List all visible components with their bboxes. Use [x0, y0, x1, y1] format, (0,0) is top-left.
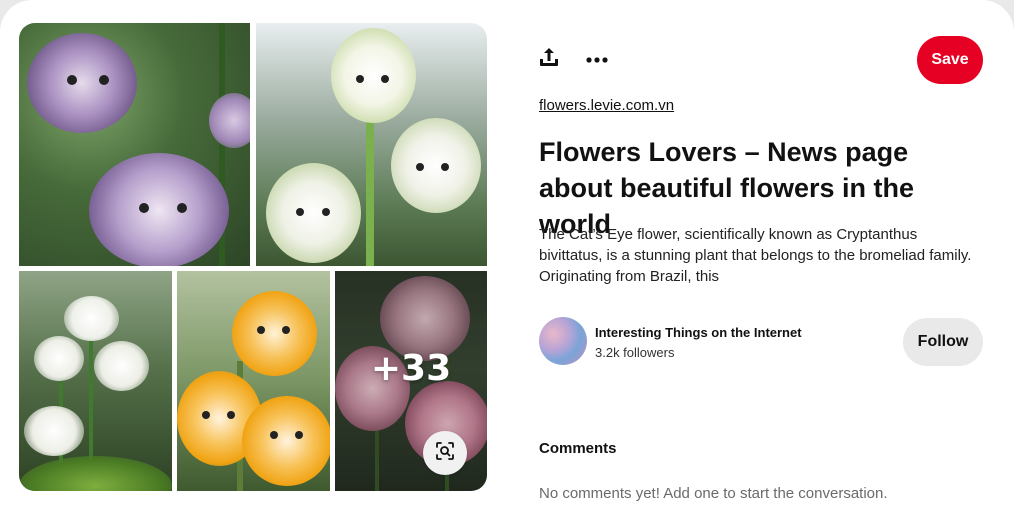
- more-images-count: +33: [370, 347, 452, 389]
- collage-image-3[interactable]: [19, 271, 172, 491]
- pin-closeup-card: +33 Save flowers.levie.com.vn Flowers Lo…: [0, 0, 1014, 508]
- collage-image-4[interactable]: [177, 271, 330, 491]
- more-options-button[interactable]: [580, 42, 614, 76]
- follow-button[interactable]: Follow: [903, 318, 983, 366]
- creator-name[interactable]: Interesting Things on the Internet: [595, 325, 802, 340]
- pin-description: The Cat’s Eye flower, scientifically kno…: [539, 226, 972, 285]
- collage-image-2[interactable]: [256, 23, 487, 266]
- creator-followers: 3.2k followers: [595, 345, 675, 360]
- source-link[interactable]: flowers.levie.com.vn: [539, 97, 674, 114]
- comments-heading[interactable]: Comments: [539, 440, 617, 457]
- more-options-icon: [586, 50, 608, 68]
- visual-search-button[interactable]: [423, 431, 467, 475]
- save-button[interactable]: Save: [917, 36, 983, 84]
- visual-search-icon: [435, 441, 455, 466]
- comments-empty-text: No comments yet! Add one to start the co…: [539, 485, 888, 502]
- pin-image-collage[interactable]: +33: [19, 23, 487, 491]
- collage-image-1[interactable]: [19, 23, 250, 266]
- share-icon: [538, 46, 560, 73]
- share-button[interactable]: [532, 42, 566, 76]
- creator-avatar[interactable]: [539, 317, 587, 365]
